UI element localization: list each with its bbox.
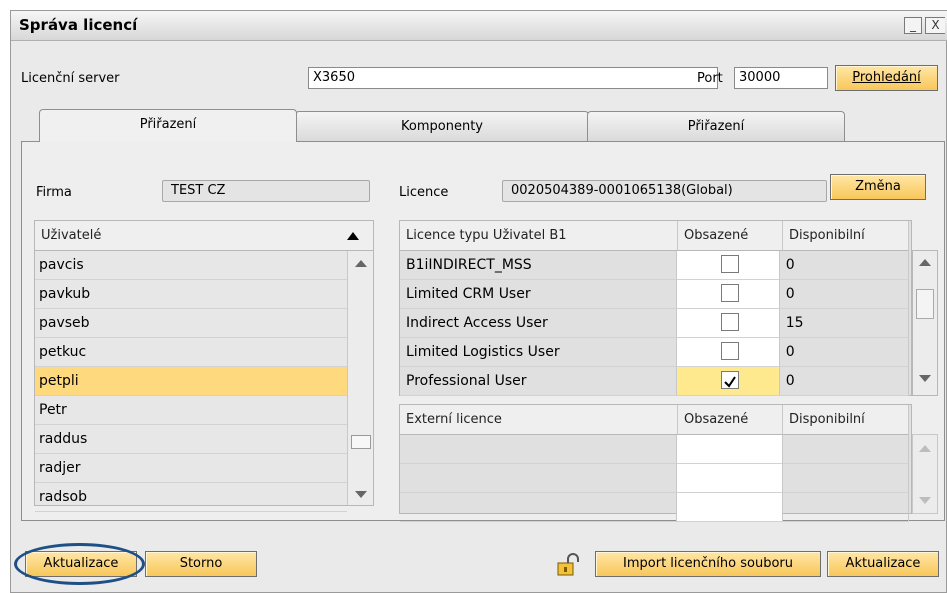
list-item[interactable]: petkuc <box>35 338 347 367</box>
scroll-up-icon[interactable] <box>355 260 367 267</box>
table-row[interactable] <box>400 464 909 493</box>
table-row[interactable]: Limited CRM User 0 <box>400 280 909 309</box>
scroll-down-icon[interactable] <box>919 375 931 382</box>
tab-panel: Firma TEST CZ Licence 0020504389-0001065… <box>21 141 945 522</box>
window-title: Správa licencí <box>19 16 138 34</box>
tab-assignment-2[interactable]: Přiřazení <box>587 111 845 141</box>
table-row[interactable]: Professional User 0 <box>400 367 909 396</box>
check-icon <box>724 376 736 388</box>
list-item[interactable]: pavseb <box>35 309 347 338</box>
ext-scrollbar[interactable] <box>912 434 938 514</box>
list-item[interactable]: pavcis <box>35 251 347 280</box>
ext-header-occupied: Obsazené <box>678 405 783 435</box>
users-header-label: Uživatelé <box>41 228 102 243</box>
users-scrollbar[interactable] <box>347 251 373 505</box>
company-field: TEST CZ <box>162 180 370 202</box>
list-item[interactable]: pavkub <box>35 280 347 309</box>
users-list: Uživatelé pavcis pavkub pavseb petkuc pe… <box>34 220 374 512</box>
company-label: Firma <box>36 185 72 200</box>
external-license-table: Externí licence Obsazené Disponibilní <box>399 404 912 522</box>
table-row[interactable]: Indirect Access User 15 <box>400 309 909 338</box>
change-button[interactable]: Změna <box>830 174 926 200</box>
port-label: Port <box>697 71 723 86</box>
minimize-button[interactable]: _ <box>904 17 922 34</box>
license-field: 0020504389-0001065138(Global) <box>502 180 827 202</box>
license-type-cell: Indirect Access User <box>400 309 677 338</box>
tab-assignment[interactable]: Přiřazení <box>39 109 297 142</box>
available-cell: 15 <box>779 309 909 338</box>
occupied-checkbox[interactable] <box>720 255 739 273</box>
license-server-label: Licenční server <box>21 71 120 86</box>
list-item[interactable]: raddus <box>35 425 347 454</box>
list-item-selected[interactable]: petpli <box>35 367 347 396</box>
scroll-up-icon[interactable] <box>919 259 931 266</box>
available-cell: 0 <box>779 251 909 280</box>
occupied-checkbox-checked[interactable] <box>720 371 739 389</box>
license-type-cell: Professional User <box>400 367 677 396</box>
license-type-cell: Limited CRM User <box>400 280 677 309</box>
list-item[interactable]: Petr <box>35 396 347 425</box>
occupied-cell[interactable] <box>676 251 780 280</box>
license-type-cell: Limited Logistics User <box>400 338 677 367</box>
license-server-input[interactable]: X3650 <box>308 67 718 89</box>
highlight-ring <box>14 543 145 585</box>
license-administration-window: Správa licencí _ X Licenční server X3650… <box>10 10 947 593</box>
table-row[interactable] <box>400 435 909 464</box>
license-type-cell: B1iINDIRECT_MSS <box>400 251 677 280</box>
list-item[interactable]: radsob <box>35 483 347 512</box>
title-bar: Správa licencí _ X <box>11 11 947 41</box>
occupied-checkbox[interactable] <box>720 313 739 331</box>
scroll-thumb[interactable] <box>916 289 934 319</box>
tab-components[interactable]: Komponenty <box>295 111 589 141</box>
occupied-cell[interactable] <box>676 280 780 309</box>
scroll-down-icon[interactable] <box>919 497 931 504</box>
update-button-right[interactable]: Aktualizace <box>827 551 939 577</box>
table-row[interactable]: B1iINDIRECT_MSS 0 <box>400 251 909 280</box>
available-cell: 0 <box>779 338 909 367</box>
lock-icon[interactable] <box>555 552 581 578</box>
cancel-button[interactable]: Storno <box>145 551 257 577</box>
occupied-cell[interactable] <box>676 367 780 396</box>
available-cell: 0 <box>779 280 909 309</box>
occupied-checkbox[interactable] <box>720 342 739 360</box>
close-button[interactable]: X <box>925 17 945 34</box>
scroll-thumb[interactable] <box>351 435 371 449</box>
sort-up-icon[interactable] <box>347 232 359 240</box>
scroll-up-icon[interactable] <box>919 445 931 452</box>
b1-header-occupied: Obsazené <box>678 221 783 251</box>
import-license-file-button[interactable]: Import licenčního souboru <box>595 551 821 577</box>
table-row[interactable] <box>400 493 909 522</box>
ext-header-name: Externí licence <box>400 405 678 435</box>
b1-header-available: Disponibilní <box>783 221 909 251</box>
license-label: Licence <box>399 185 449 200</box>
b1-scrollbar[interactable] <box>912 250 938 396</box>
ext-header-available: Disponibilní <box>783 405 909 435</box>
b1-license-table: Licence typu Uživatel B1 Obsazené Dispon… <box>399 220 912 396</box>
users-list-header[interactable]: Uživatelé <box>35 221 373 251</box>
ext-rows <box>400 435 909 522</box>
available-cell: 0 <box>779 367 909 396</box>
b1-header-name: Licence typu Uživatel B1 <box>400 221 678 251</box>
users-rows: pavcis pavkub pavseb petkuc petpli Petr … <box>35 251 347 512</box>
b1-rows: B1iINDIRECT_MSS 0 Limited CRM User 0 Ind… <box>400 251 909 396</box>
port-input[interactable]: 30000 <box>734 67 828 89</box>
scroll-down-icon[interactable] <box>355 491 367 498</box>
search-button[interactable]: Prohledání <box>835 65 938 91</box>
list-item[interactable]: radjer <box>35 454 347 483</box>
occupied-cell[interactable] <box>676 338 780 367</box>
occupied-cell[interactable] <box>676 309 780 338</box>
occupied-checkbox[interactable] <box>720 284 739 302</box>
table-row[interactable]: Limited Logistics User 0 <box>400 338 909 367</box>
